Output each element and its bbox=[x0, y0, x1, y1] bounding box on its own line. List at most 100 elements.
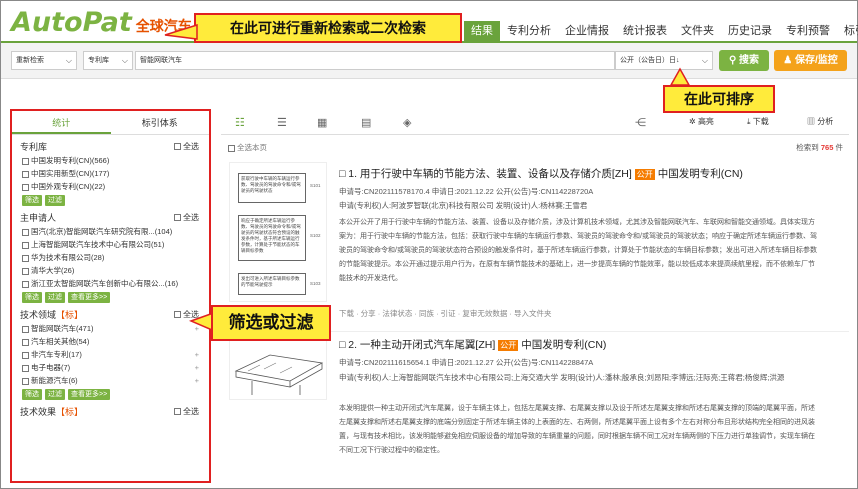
filter-panel: 统计 标引体系 专利库 全选 中国发明专利(CN)(566) 中国实用新型(CN… bbox=[10, 109, 211, 483]
result-item: □ 2. 一种主动开闭式汽车尾翼[ZH] 公开 中国发明专利(CN) 申请号:CN2… bbox=[221, 331, 849, 481]
nav-folders[interactable]: 文件夹 bbox=[674, 21, 721, 41]
result-title[interactable]: □ 1. 用于行驶中车辆的节能方法、装置、设备以及存储介质[ZH] 公开 中国发明专… bbox=[339, 166, 743, 181]
result-thumbnail[interactable] bbox=[229, 340, 327, 400]
database-select[interactable]: 专利库 ⌵ bbox=[83, 51, 133, 70]
list-item[interactable]: 汽车相关其他(54) bbox=[12, 335, 209, 348]
app-window: AutoPat 全球汽车 结果 专利分析 企业情报 统计报表 文件夹 历史记录 … bbox=[0, 0, 858, 489]
highlight-button[interactable]: ✲ 高亮 bbox=[689, 116, 714, 127]
list-item[interactable]: 国汽(北京)智能网联汽车研究院有限...(104) bbox=[12, 225, 209, 238]
image-view-icon[interactable]: ▤ bbox=[361, 116, 371, 129]
plus-icon[interactable]: + bbox=[195, 374, 199, 387]
list-item[interactable]: 中国发明专利(CN)(566) bbox=[12, 154, 209, 167]
checkbox[interactable] bbox=[22, 254, 29, 262]
result-actions[interactable]: 下载 · 分享 · 法律状态 · 同族 · 引证 · 复审无效数据 · 导入文件… bbox=[339, 308, 552, 319]
checkbox[interactable] bbox=[174, 407, 181, 415]
checkbox[interactable] bbox=[22, 267, 29, 275]
search-button[interactable]: ⚲ 搜索 bbox=[719, 50, 769, 71]
flowchart-tag: S101 bbox=[310, 183, 321, 188]
result-title[interactable]: □ 2. 一种主动开闭式汽车尾翼[ZH] 公开 中国发明专利(CN) bbox=[339, 337, 606, 352]
result-abstract: 本发明提供一种主动开闭式汽车尾翼，设于车辆主体上，包括左尾翼支撑、右尾翼支撑以及… bbox=[339, 405, 815, 454]
callout-research: 在此可进行重新检索或二次检索 bbox=[194, 13, 462, 43]
checkbox[interactable] bbox=[22, 338, 29, 346]
list-item[interactable]: 中国实用新型(CN)(177) bbox=[12, 167, 209, 180]
result-abstract: 本公开公开了用于行驶中车辆的节能方法、装置、设备以及存储介质，涉及计算机技术领域… bbox=[339, 219, 817, 282]
select-all[interactable]: 全选 bbox=[174, 141, 199, 152]
filter-button[interactable]: 筛选 bbox=[22, 389, 42, 400]
compact-view-icon[interactable]: ☰ bbox=[277, 116, 287, 129]
section-title: 专利库 bbox=[20, 141, 48, 152]
filter-tabs: 统计 标引体系 bbox=[12, 111, 209, 135]
section-title: 技术领域【标】 bbox=[20, 309, 84, 320]
checkbox[interactable] bbox=[174, 142, 181, 150]
checkbox[interactable] bbox=[22, 228, 29, 236]
list-item[interactable]: 非汽车专利(17) + bbox=[12, 348, 209, 361]
sort-value: 公开（公告日）日↓ bbox=[620, 57, 680, 64]
nav-patent-analysis[interactable]: 专利分析 bbox=[500, 21, 558, 41]
checkbox[interactable] bbox=[22, 170, 29, 178]
select-page[interactable]: 全选本页 bbox=[228, 142, 267, 153]
spoiler-drawing bbox=[234, 354, 324, 395]
checkbox[interactable] bbox=[22, 280, 29, 288]
exclude-button[interactable]: 过滤 bbox=[45, 389, 65, 400]
nav-enterprise-intel[interactable]: 企业情报 bbox=[558, 21, 616, 41]
list-item[interactable]: 上海智能网联汽车技术中心有限公司(51) bbox=[12, 238, 209, 251]
checkbox[interactable] bbox=[174, 213, 181, 221]
download-button[interactable]: ⤓ 下载 bbox=[747, 116, 769, 127]
section-title: 主申请人 bbox=[20, 212, 57, 223]
bell-icon: ♟ bbox=[783, 55, 793, 66]
list-item[interactable]: 浙江亚太智能网联汽车创新中心有限公...(16) bbox=[12, 277, 209, 290]
section-patent-db: 专利库 全选 bbox=[12, 138, 209, 154]
search-input[interactable]: 智能网联汽车 bbox=[135, 51, 615, 70]
search-mode-value: 重新检索 bbox=[16, 57, 44, 64]
callout-filter: 筛选或过滤 bbox=[211, 305, 331, 341]
status-badge: 公开 bbox=[634, 169, 655, 180]
select-all[interactable]: 全选 bbox=[174, 212, 199, 223]
exclude-button[interactable]: 过滤 bbox=[45, 195, 65, 206]
checkbox[interactable] bbox=[22, 364, 29, 372]
checkbox[interactable] bbox=[174, 310, 181, 318]
list-item[interactable]: 中国外观专利(CN)(22) bbox=[12, 180, 209, 193]
view-more-button[interactable]: 查看更多>> bbox=[68, 292, 111, 303]
checkbox[interactable] bbox=[22, 241, 29, 249]
share-icon[interactable]: ⋲ bbox=[635, 116, 646, 129]
checkbox[interactable] bbox=[228, 144, 235, 152]
plus-icon[interactable]: + bbox=[195, 361, 199, 374]
nav-index-mgmt[interactable]: 标引管理 bbox=[837, 21, 858, 41]
filter-button[interactable]: 筛选 bbox=[22, 292, 42, 303]
filter-button[interactable]: 筛选 bbox=[22, 195, 42, 206]
list-item[interactable]: 新能源汽车(6) + bbox=[12, 374, 209, 387]
grid-view-icon[interactable]: ▦ bbox=[317, 116, 327, 129]
save-monitor-button[interactable]: ♟ 保存/监控 bbox=[774, 50, 847, 71]
checkbox[interactable] bbox=[22, 325, 29, 333]
result-thumbnail[interactable]: 获取行驶中车辆的车辆运行参数、驾驶员的驾驶命令和/或驾驶员的驾驶状态 S101 … bbox=[229, 162, 327, 302]
chevron-down-icon: ⌵ bbox=[701, 56, 708, 65]
save-monitor-label: 保存/监控 bbox=[794, 55, 838, 66]
exclude-button[interactable]: 过滤 bbox=[45, 292, 65, 303]
select-all[interactable]: 全选 bbox=[174, 406, 199, 417]
nav-history[interactable]: 历史记录 bbox=[721, 21, 779, 41]
main-nav: 结果 专利分析 企业情报 统计报表 文件夹 历史记录 专利预警 标引管理 bbox=[464, 21, 858, 41]
result-meta: 申请号:CN202111578170.4 申请日:2021.12.22 公开(公… bbox=[339, 187, 594, 196]
results-toolbar: ☷ ☰ ▦ ▤ ◈ ⋲ ✲ 高亮 ⤓ 下载 ▥ 分析 bbox=[221, 111, 849, 135]
view-more-button[interactable]: 查看更多>> bbox=[68, 389, 111, 400]
nav-results[interactable]: 结果 bbox=[464, 21, 500, 41]
analyze-button[interactable]: ▥ 分析 bbox=[807, 116, 833, 127]
sort-select[interactable]: 公开（公告日）日↓ ⌵ bbox=[615, 51, 713, 70]
list-item[interactable]: 智能网联汽车(471) + bbox=[12, 322, 209, 335]
search-mode-select[interactable]: 重新检索 ⌵ bbox=[11, 51, 77, 70]
checkbox[interactable] bbox=[22, 157, 29, 165]
result-applicant: 申请(专利权)人:上海智能网联汽车技术中心有限公司;上海交通大学 发明(设计)人… bbox=[339, 373, 785, 382]
layers-icon[interactable]: ◈ bbox=[403, 116, 411, 129]
tab-index-system[interactable]: 标引体系 bbox=[111, 111, 210, 134]
plus-icon[interactable]: + bbox=[195, 348, 199, 361]
nav-stat-reports[interactable]: 统计报表 bbox=[616, 21, 674, 41]
checkbox[interactable] bbox=[22, 183, 29, 191]
checkbox[interactable] bbox=[22, 377, 29, 385]
list-item[interactable]: 电子电器(7) + bbox=[12, 361, 209, 374]
nav-patent-alert[interactable]: 专利预警 bbox=[779, 21, 837, 41]
tab-statistics[interactable]: 统计 bbox=[12, 111, 111, 134]
list-item[interactable]: 清华大学(26) bbox=[12, 264, 209, 277]
checkbox[interactable] bbox=[22, 351, 29, 359]
list-item[interactable]: 华为技术有限公司(28) bbox=[12, 251, 209, 264]
list-view-icon[interactable]: ☷ bbox=[235, 116, 245, 129]
